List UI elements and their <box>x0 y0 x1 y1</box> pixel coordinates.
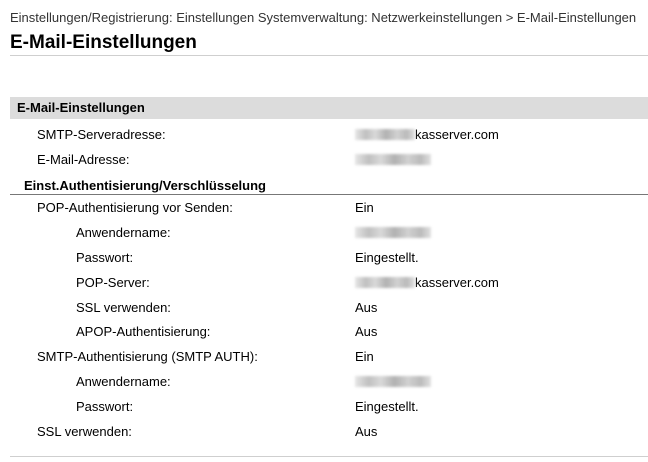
title-divider <box>10 55 648 56</box>
pop-password-value: Eingestellt. <box>355 250 419 265</box>
group-divider <box>10 194 648 195</box>
pop-username-label: Anwendername: <box>76 225 171 240</box>
pop-before-send-value: Ein <box>355 200 374 215</box>
pop-server-domain: kasserver.com <box>415 275 499 290</box>
row-smtp-server: SMTP-Serveradresse: kasserver.com <box>0 125 648 145</box>
pop-ssl-label: SSL verwenden: <box>76 300 171 315</box>
pop-before-send-label: POP-Authentisierung vor Senden: <box>37 200 233 215</box>
smtp-username-label: Anwendername: <box>76 374 171 389</box>
row-pop-ssl: SSL verwenden: Aus <box>0 298 648 318</box>
email-address-value <box>355 150 431 170</box>
redacted-text <box>355 376 431 387</box>
smtp-server-value: kasserver.com <box>355 125 499 145</box>
ssl-label: SSL verwenden: <box>37 424 132 439</box>
bottom-divider <box>10 456 648 457</box>
email-address-label: E-Mail-Adresse: <box>37 152 130 167</box>
pop-password-label: Passwort: <box>76 250 134 265</box>
row-ssl: SSL verwenden: Aus <box>0 422 648 442</box>
row-smtp-username: Anwendername: <box>0 372 648 392</box>
group-header-authentication: Einst.Authentisierung/Verschlüsselung <box>24 178 266 193</box>
row-email-address: E-Mail-Adresse: <box>0 150 648 170</box>
smtp-server-label: SMTP-Serveradresse: <box>37 127 166 142</box>
redacted-text <box>355 129 415 140</box>
ssl-value: Aus <box>355 424 378 439</box>
breadcrumb: Einstellungen/Registrierung: Einstellung… <box>10 10 637 25</box>
row-pop-before-send: POP-Authentisierung vor Senden: Ein <box>0 198 648 218</box>
row-smtp-password: Passwort: Eingestellt. <box>0 397 648 417</box>
smtp-password-label: Passwort: <box>76 399 134 414</box>
row-apop: APOP-Authentisierung: Aus <box>0 322 648 342</box>
row-pop-server: POP-Server: kasserver.com <box>0 273 648 293</box>
pop-server-value: kasserver.com <box>355 273 499 293</box>
pop-ssl-value: Aus <box>355 300 378 315</box>
smtp-auth-value: Ein <box>355 349 374 364</box>
apop-value: Aus <box>355 324 378 339</box>
row-smtp-auth: SMTP-Authentisierung (SMTP AUTH): Ein <box>0 347 648 367</box>
pop-server-label: POP-Server: <box>76 275 150 290</box>
pop-username-value <box>355 223 431 243</box>
redacted-text <box>355 227 431 238</box>
page-title: E-Mail-Einstellungen <box>10 32 197 53</box>
smtp-password-value: Eingestellt. <box>355 399 419 414</box>
section-header-email-settings: E-Mail-Einstellungen <box>10 97 648 119</box>
redacted-text <box>355 154 431 165</box>
smtp-server-domain: kasserver.com <box>415 127 499 142</box>
smtp-auth-label: SMTP-Authentisierung (SMTP AUTH): <box>37 349 258 364</box>
apop-label: APOP-Authentisierung: <box>76 324 211 339</box>
row-pop-password: Passwort: Eingestellt. <box>0 248 648 268</box>
smtp-username-value <box>355 372 431 392</box>
redacted-text <box>355 277 415 288</box>
row-pop-username: Anwendername: <box>0 223 648 243</box>
